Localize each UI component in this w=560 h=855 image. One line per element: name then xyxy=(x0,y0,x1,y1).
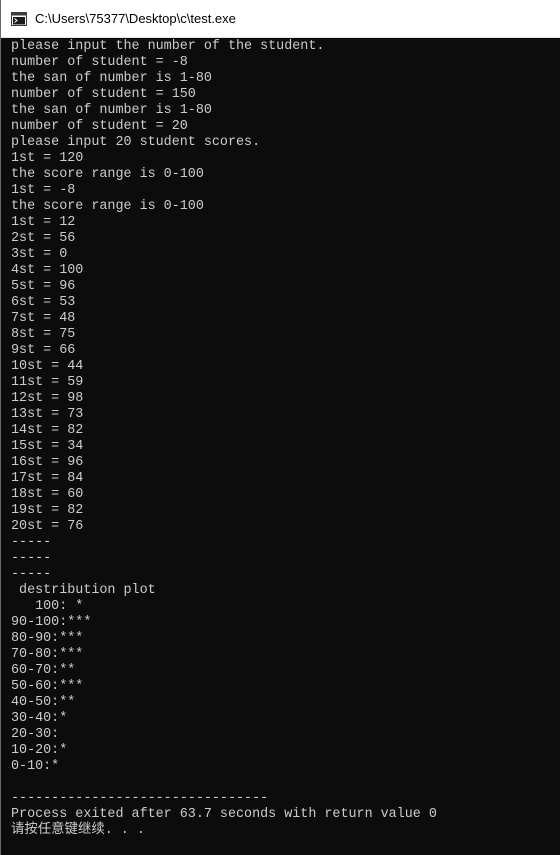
console-line: 19st = 82 xyxy=(11,503,84,518)
console-app-icon[interactable] xyxy=(11,11,27,26)
console-line: 20st = 76 xyxy=(11,519,84,534)
console-line: 16st = 96 xyxy=(11,455,84,470)
console-line: 30-40:* xyxy=(11,711,68,726)
console-line: 2st = 56 xyxy=(11,231,76,246)
console-window: C:\Users\75377\Desktop\c\test.exe please… xyxy=(0,0,560,855)
window-title: C:\Users\75377\Desktop\c\test.exe xyxy=(35,11,236,26)
console-line: 12st = 98 xyxy=(11,391,84,406)
console-line: please input the number of the student. xyxy=(11,39,325,54)
console-line: 15st = 34 xyxy=(11,439,84,454)
console-line: 60-70:** xyxy=(11,663,76,678)
console-line: 17st = 84 xyxy=(11,471,84,486)
console-line: please input 20 student scores. xyxy=(11,135,261,150)
console-line: the score range is 0-100 xyxy=(11,167,204,182)
console-output[interactable]: please input the number of the student. n… xyxy=(11,39,559,853)
console-line: 7st = 48 xyxy=(11,311,76,326)
console-line: destribution plot xyxy=(11,583,156,598)
console-line: 0-10:* xyxy=(11,759,60,774)
console-line: 10-20:* xyxy=(11,743,68,758)
console-line: 1st = 120 xyxy=(11,151,84,166)
console-line: 9st = 66 xyxy=(11,343,76,358)
title-bar[interactable]: C:\Users\75377\Desktop\c\test.exe xyxy=(1,0,560,38)
console-line: -------------------------------- xyxy=(11,791,269,806)
console-line: 8st = 75 xyxy=(11,327,76,342)
console-line: 18st = 60 xyxy=(11,487,84,502)
console-line: Process exited after 63.7 seconds with r… xyxy=(11,807,437,822)
console-line: 11st = 59 xyxy=(11,375,84,390)
console-line: 100: * xyxy=(11,599,84,614)
console-line: number of student = 20 xyxy=(11,119,188,134)
console-line: ----- xyxy=(11,535,52,550)
console-line: 90-100:*** xyxy=(11,615,92,630)
console-line: the san of number is 1-80 xyxy=(11,103,212,118)
console-line: 4st = 100 xyxy=(11,263,84,278)
console-line: ----- xyxy=(11,567,52,582)
console-line: 20-30: xyxy=(11,727,60,742)
console-line: 70-80:*** xyxy=(11,647,84,662)
console-line: the score range is 0-100 xyxy=(11,199,204,214)
console-line: 6st = 53 xyxy=(11,295,76,310)
console-line: 5st = 96 xyxy=(11,279,76,294)
console-line: 1st = -8 xyxy=(11,183,76,198)
console-line: number of student = 150 xyxy=(11,87,196,102)
console-line: ----- xyxy=(11,551,52,566)
console-line: 1st = 12 xyxy=(11,215,76,230)
console-line: 40-50:** xyxy=(11,695,76,710)
console-line: 80-90:*** xyxy=(11,631,84,646)
console-line: 10st = 44 xyxy=(11,359,84,374)
console-line: the san of number is 1-80 xyxy=(11,71,212,86)
console-line: 3st = 0 xyxy=(11,247,68,262)
console-line: 14st = 82 xyxy=(11,423,84,438)
console-line: 13st = 73 xyxy=(11,407,84,422)
console-line: number of student = -8 xyxy=(11,55,188,70)
console-line: 50-60:*** xyxy=(11,679,84,694)
console-line: 请按任意键继续. . . xyxy=(11,823,145,838)
